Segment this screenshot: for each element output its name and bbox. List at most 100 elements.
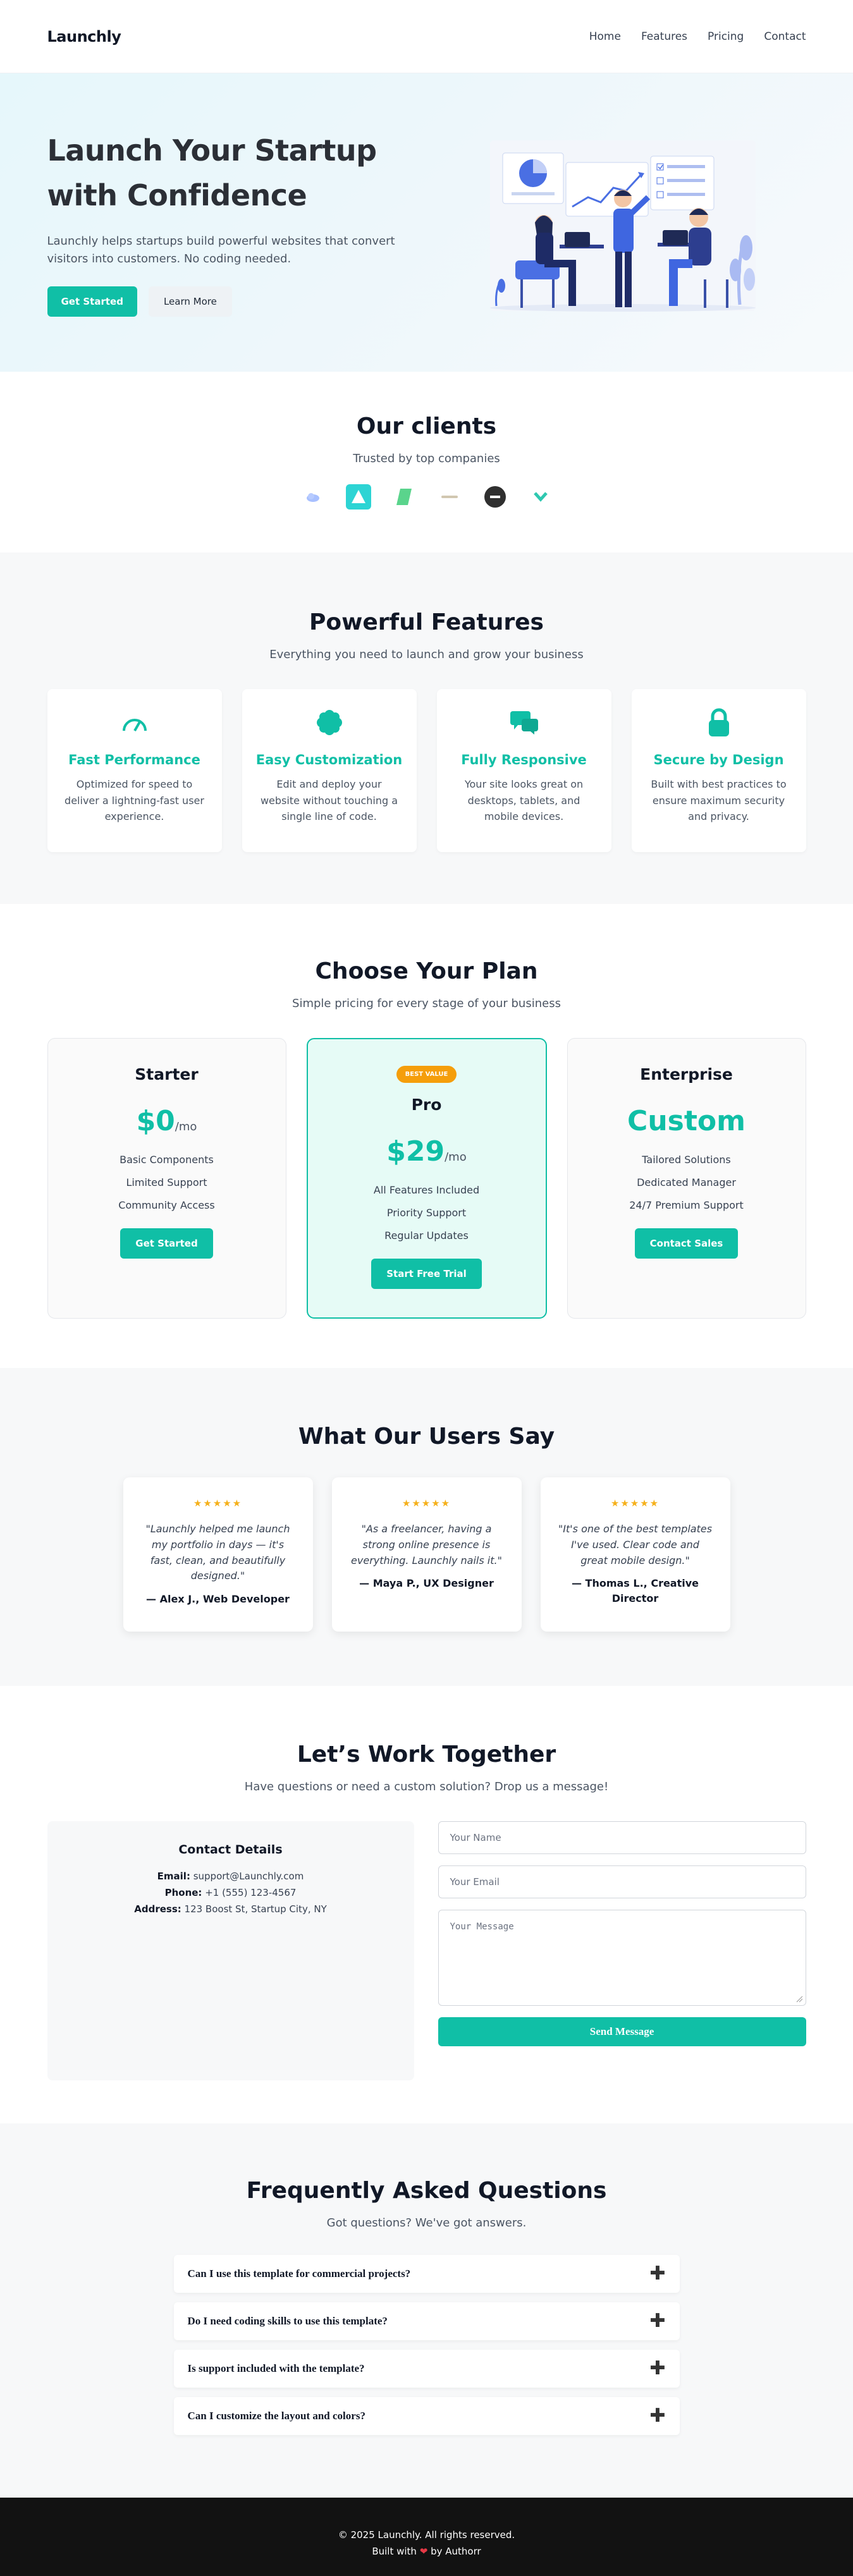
copyright: © 2025 Launchly. All rights reserved. bbox=[338, 2529, 515, 2541]
start-free-trial-button[interactable]: Start Free Trial bbox=[371, 1259, 482, 1289]
price-period: /mo bbox=[445, 1151, 467, 1164]
plan-features: All Features Included Priority Support R… bbox=[321, 1179, 533, 1247]
nav-contact[interactable]: Contact bbox=[764, 30, 806, 43]
plus-icon[interactable]: ✚ bbox=[649, 2359, 665, 2378]
price-amount: $0 bbox=[136, 1105, 175, 1137]
wordmark-logo bbox=[437, 484, 462, 510]
cloud-logo bbox=[300, 484, 326, 510]
plus-icon[interactable]: ✚ bbox=[649, 2407, 665, 2426]
hero-title: Launch Your Startup with Confidence bbox=[47, 133, 377, 213]
triangle-logo bbox=[345, 484, 371, 510]
minus-circle-logo bbox=[482, 484, 508, 510]
chat-bubbles-icon bbox=[451, 708, 598, 737]
clients-section: Our clients Trusted by top companies bbox=[0, 372, 853, 552]
contact-email: Email: support@Launchly.com bbox=[60, 1868, 402, 1884]
message-textarea[interactable]: Your Message bbox=[438, 1910, 806, 2006]
contact-sales-button[interactable]: Contact Sales bbox=[634, 1228, 739, 1259]
plus-icon[interactable]: ✚ bbox=[649, 2264, 665, 2283]
pricing-title: Choose Your Plan bbox=[315, 958, 538, 984]
feature-desc: Edit and deploy your website without tou… bbox=[260, 778, 398, 823]
faq-list: Can I use this template for commercial p… bbox=[173, 2255, 680, 2435]
price-amount: $29 bbox=[386, 1135, 445, 1168]
faq-question: Can I use this template for commercial p… bbox=[187, 2268, 411, 2280]
plus-icon[interactable]: ✚ bbox=[649, 2312, 665, 2331]
testimonial-quote: "It's one of the best templates I've use… bbox=[558, 1523, 713, 1566]
star-rating: ★★★★★ bbox=[402, 1498, 451, 1509]
faq-section: Frequently Asked Questions Got questions… bbox=[0, 2123, 853, 2498]
lock-icon bbox=[646, 708, 792, 737]
plan-feature: Priority Support bbox=[386, 1207, 467, 1219]
feature-title: Easy Customization bbox=[255, 752, 403, 767]
address-value: 123 Boost St, Startup City, NY bbox=[184, 1903, 327, 1915]
contact-section: Let’s Work Together Have questions or ne… bbox=[0, 1686, 853, 2123]
email-value[interactable]: support@Launchly.com bbox=[193, 1871, 304, 1882]
resize-handle-icon[interactable] bbox=[795, 1995, 803, 2003]
plan-feature: Basic Components bbox=[120, 1154, 214, 1166]
chevron-logo bbox=[528, 484, 553, 510]
get-started-button[interactable]: Get Started bbox=[47, 286, 137, 317]
parallelogram-logo bbox=[391, 484, 417, 510]
feature-title: Fast Performance bbox=[68, 752, 200, 767]
pricing-card-enterprise: Enterprise Custom Tailored Solutions Ded… bbox=[567, 1038, 806, 1319]
faq-question: Do I need coding skills to use this temp… bbox=[187, 2315, 388, 2327]
faq-item[interactable]: Can I customize the layout and colors? ✚ bbox=[173, 2397, 680, 2435]
testimonials-section: What Our Users Say ★★★★★ "Launchly helpe… bbox=[0, 1368, 853, 1686]
plan-name: Enterprise bbox=[640, 1065, 733, 1084]
contact-details-title: Contact Details bbox=[178, 1843, 283, 1857]
faq-item[interactable]: Do I need coding skills to use this temp… bbox=[173, 2302, 680, 2340]
plan-feature: Limited Support bbox=[126, 1176, 207, 1188]
contact-title: Let’s Work Together bbox=[297, 1742, 556, 1767]
feature-title: Secure by Design bbox=[653, 752, 784, 767]
site-header: Launchly Home Features Pricing Contact bbox=[0, 0, 853, 73]
contact-address: Address: 123 Boost St, Startup City, NY bbox=[60, 1901, 402, 1917]
email-input[interactable]: Your Email bbox=[438, 1865, 806, 1898]
faq-item[interactable]: Is support included with the template? ✚ bbox=[173, 2350, 680, 2388]
hero-illustration bbox=[484, 128, 762, 317]
team-illustration bbox=[489, 140, 756, 312]
feature-card: Secure by Design Built with best practic… bbox=[631, 689, 806, 852]
pricing-section: Choose Your Plan Simple pricing for ever… bbox=[0, 904, 853, 1368]
built-with-line: Built with ❤ by Authorr bbox=[0, 2543, 853, 2560]
clients-title: Our clients bbox=[356, 413, 497, 439]
feature-desc: Optimized for speed to deliver a lightni… bbox=[64, 778, 204, 823]
phone-value[interactable]: +1 (555) 123-4567 bbox=[205, 1887, 296, 1898]
feature-desc: Built with best practices to ensure maxi… bbox=[651, 778, 787, 823]
features-subtitle: Everything you need to launch and grow y… bbox=[269, 648, 584, 661]
best-value-badge: BEST VALUE bbox=[396, 1066, 457, 1083]
plan-features: Basic Components Limited Support Communi… bbox=[61, 1149, 273, 1217]
testimonial-author: — Alex J., Web Developer bbox=[146, 1593, 290, 1606]
price-amount: Custom bbox=[627, 1105, 746, 1137]
name-input[interactable]: Your Name bbox=[438, 1821, 806, 1854]
nav-home[interactable]: Home bbox=[589, 30, 621, 43]
learn-more-button[interactable]: Learn More bbox=[148, 286, 232, 317]
pricing-subtitle: Simple pricing for every stage of your b… bbox=[292, 997, 561, 1010]
feature-card: Easy Customization Edit and deploy your … bbox=[242, 689, 417, 852]
hero-subtitle: Launchly helps startups build powerful w… bbox=[47, 234, 395, 266]
contact-details: Contact Details Email: support@Launchly.… bbox=[47, 1821, 414, 2080]
feature-desc: Your site looks great on desktops, table… bbox=[464, 778, 584, 823]
plan-name: Pro bbox=[411, 1096, 442, 1114]
faq-title: Frequently Asked Questions bbox=[246, 2178, 607, 2204]
logo[interactable]: Launchly bbox=[47, 28, 121, 46]
features-title: Powerful Features bbox=[309, 609, 544, 635]
hero-section: Launch Your Startup with Confidence Laun… bbox=[0, 73, 853, 372]
send-message-button[interactable]: Send Message bbox=[438, 2017, 806, 2046]
site-footer: © 2025 Launchly. All rights reserved. Bu… bbox=[0, 2498, 853, 2576]
faq-item[interactable]: Can I use this template for commercial p… bbox=[173, 2255, 680, 2293]
testimonial-quote: "As a freelancer, having a strong online… bbox=[351, 1523, 502, 1566]
plan-name: Starter bbox=[135, 1065, 199, 1084]
contact-form: Your Name Your Email Your Message Send M… bbox=[438, 1821, 806, 2080]
testimonial-author: — Maya P., UX Designer bbox=[359, 1577, 494, 1590]
testimonial-quote: "Launchly helped me launch my portfolio … bbox=[145, 1523, 290, 1582]
testimonial-card: ★★★★★ "As a freelancer, having a strong … bbox=[331, 1477, 522, 1632]
plan-feature: 24/7 Premium Support bbox=[629, 1199, 744, 1211]
testimonials-title: What Our Users Say bbox=[298, 1424, 555, 1450]
starter-get-started-button[interactable]: Get Started bbox=[120, 1228, 213, 1259]
plan-feature: Tailored Solutions bbox=[642, 1154, 731, 1166]
message-placeholder: Your Message bbox=[450, 1922, 514, 1932]
nav-features[interactable]: Features bbox=[641, 30, 687, 43]
feature-title: Fully Responsive bbox=[461, 752, 587, 767]
email-label: Email: bbox=[157, 1871, 190, 1882]
plan-feature: Community Access bbox=[118, 1199, 215, 1211]
nav-pricing[interactable]: Pricing bbox=[708, 30, 744, 43]
